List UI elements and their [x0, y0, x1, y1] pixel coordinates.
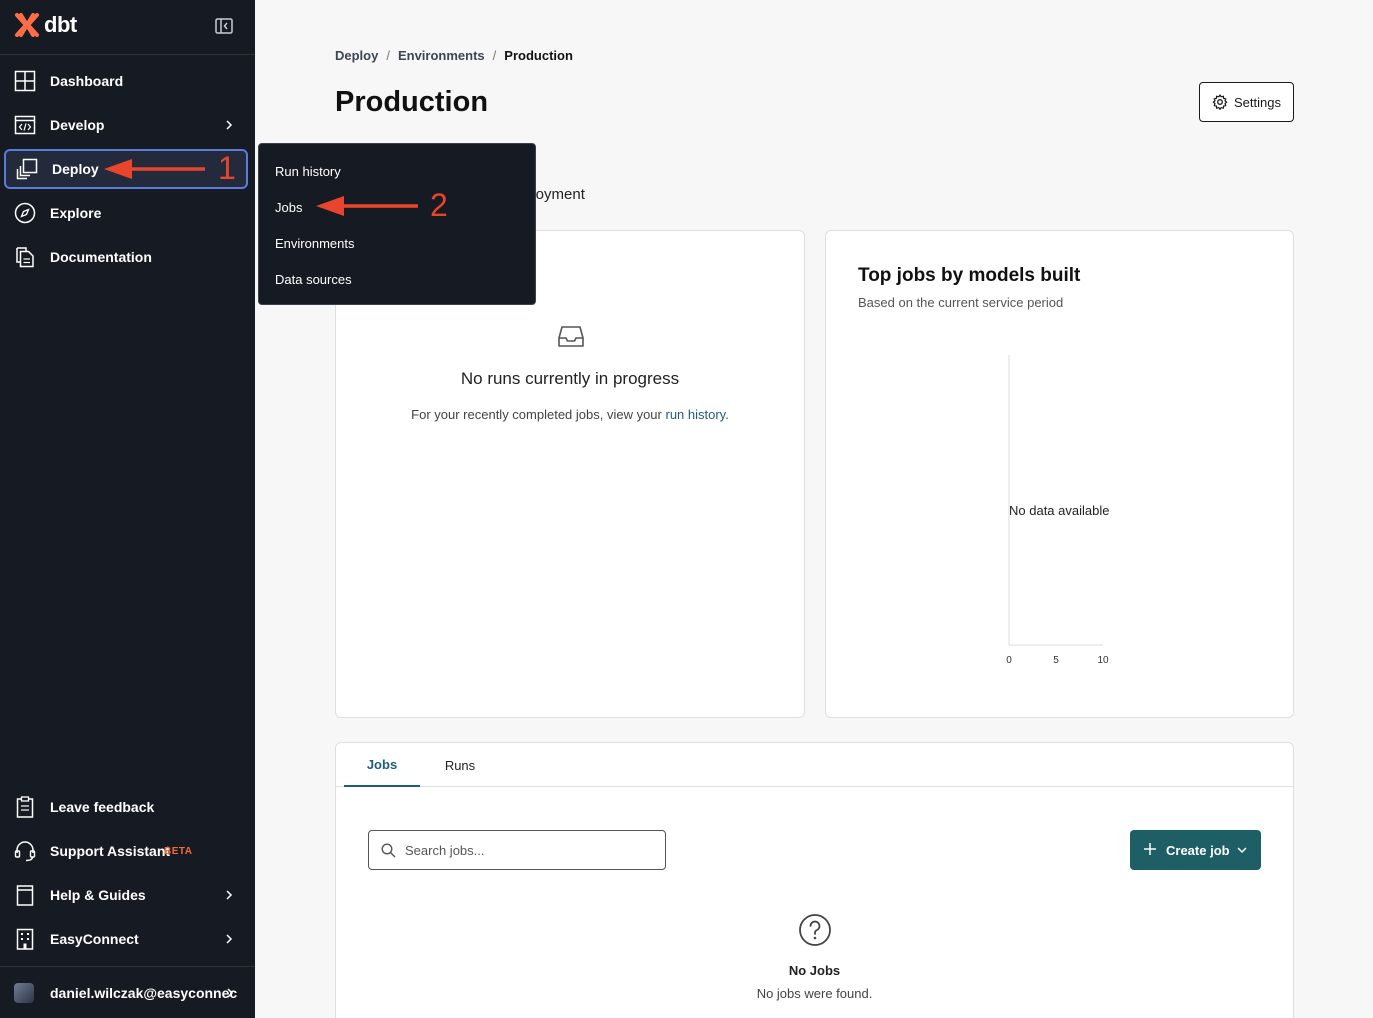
- annotation-label-1: 1: [218, 150, 236, 186]
- annotation-arrow-2: [316, 196, 418, 216]
- annotation-overlay: [104, 159, 418, 216]
- annotation-label-2: 2: [430, 187, 448, 223]
- annotation-arrow-1: [104, 159, 205, 179]
